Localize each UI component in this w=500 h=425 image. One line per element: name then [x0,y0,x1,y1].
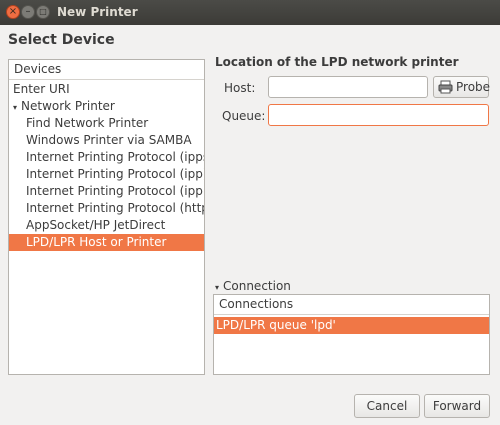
cancel-button[interactable]: Cancel [354,394,420,418]
tree-item-label: Windows Printer via SAMBA [26,133,192,147]
host-label: Host: [224,81,256,95]
tree-item-label: LPD/LPR Host or Printer [26,235,167,249]
queue-input[interactable] [269,105,488,125]
connections-header[interactable]: Connections [214,295,489,315]
tree-item[interactable]: AppSocket/HP JetDirect [9,217,204,234]
host-field[interactable] [268,76,428,98]
tree-item[interactable]: Internet Printing Protocol (https) [9,200,204,217]
tree-item[interactable]: Windows Printer via SAMBA [9,132,204,149]
close-icon[interactable]: × [6,5,20,19]
connection-expander[interactable]: ▾ Connection [215,279,291,293]
tree-item-label: Internet Printing Protocol (ipp14) [26,184,204,198]
tree-item[interactable]: Internet Printing Protocol (ipp) [9,166,204,183]
tree-item-label: Internet Printing Protocol (ipp) [26,167,204,181]
tree-item[interactable]: Internet Printing Protocol (ipp14) [9,183,204,200]
connection-row[interactable]: LPD/LPR queue 'lpd' [214,317,489,334]
forward-button[interactable]: Forward [424,394,490,418]
tree-item-label: Internet Printing Protocol (ipps) [26,150,204,164]
probe-printer-icon [438,80,453,94]
connections-list[interactable]: Connections LPD/LPR queue 'lpd' [213,294,490,375]
window-title: New Printer [57,5,138,19]
page-title: Select Device [8,32,115,48]
device-tree-header[interactable]: Devices [9,60,204,80]
tree-item-label: Enter URI [13,82,70,96]
tree-item-label: Find Network Printer [26,116,149,130]
tree-item[interactable]: Internet Printing Protocol (ipps) [9,149,204,166]
title-bar: × – □ New Printer [0,0,500,25]
expander-arrow-icon: ▾ [215,283,220,292]
device-tree[interactable]: Devices Enter URI ▾ Network Printer Find Ne… [8,59,205,375]
expander-arrow-icon[interactable]: ▾ [13,99,21,115]
tree-item-label: Network Printer [21,99,115,113]
maximize-icon[interactable]: □ [36,5,50,19]
tree-item[interactable]: ▾ Network Printer [9,98,204,115]
probe-label: Probe [456,80,491,94]
probe-button[interactable]: Probe [433,76,491,98]
tree-item[interactable]: Find Network Printer [9,115,204,132]
location-title: Location of the LPD network printer [215,55,459,69]
queue-label: Queue: [222,109,266,123]
host-input[interactable] [269,77,427,97]
tree-item[interactable]: Enter URI [9,81,204,98]
tree-item[interactable]: LPD/LPR Host or Printer [9,234,204,251]
connection-expander-label: Connection [223,279,291,293]
minimize-icon[interactable]: – [21,5,35,19]
queue-field[interactable] [268,104,489,126]
tree-item-label: Internet Printing Protocol (https) [26,201,204,215]
tree-item-label: AppSocket/HP JetDirect [26,218,166,232]
